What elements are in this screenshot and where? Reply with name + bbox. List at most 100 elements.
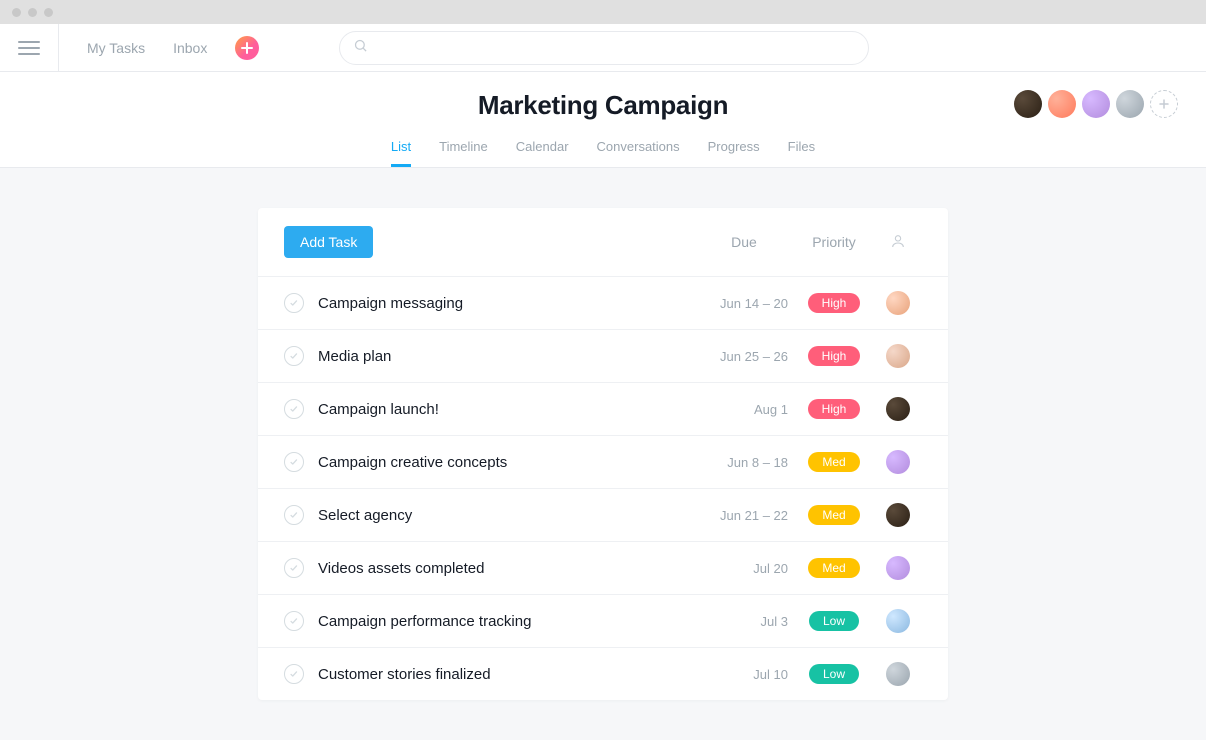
task-row[interactable]: Campaign messagingJun 14 – 20 High <box>258 276 948 329</box>
complete-task-checkbox[interactable] <box>284 452 304 472</box>
check-icon <box>289 457 299 467</box>
task-row[interactable]: Media planJun 25 – 26 High <box>258 329 948 382</box>
task-row[interactable]: Videos assets completedJul 20 Med <box>258 541 948 594</box>
task-priority: Low <box>794 664 874 684</box>
priority-pill: Med <box>808 452 859 472</box>
traffic-light-close[interactable] <box>12 8 21 17</box>
task-row[interactable]: Campaign launch!Aug 1High <box>258 382 948 435</box>
assignee-avatar <box>886 397 910 421</box>
traffic-light-minimize[interactable] <box>28 8 37 17</box>
task-due-date: Jun 14 – 20 <box>694 296 794 311</box>
task-list-card: Add Task Due Priority Campaign messaging… <box>258 208 948 700</box>
task-title: Campaign creative concepts <box>318 454 694 471</box>
complete-task-checkbox[interactable] <box>284 664 304 684</box>
check-icon <box>289 510 299 520</box>
task-assignee[interactable] <box>874 397 922 421</box>
menu-icon[interactable] <box>18 37 40 59</box>
task-priority: High <box>794 293 874 313</box>
plus-icon <box>1158 98 1170 110</box>
priority-pill: High <box>808 293 861 313</box>
column-header-assignee <box>874 233 922 252</box>
check-icon <box>289 298 299 308</box>
task-title: Videos assets completed <box>318 560 694 577</box>
content-area: Add Task Due Priority Campaign messaging… <box>0 168 1206 740</box>
assignee-avatar <box>886 556 910 580</box>
quick-add-button[interactable] <box>235 36 259 60</box>
task-priority: Med <box>794 558 874 578</box>
complete-task-checkbox[interactable] <box>284 505 304 525</box>
assignee-avatar <box>886 450 910 474</box>
complete-task-checkbox[interactable] <box>284 558 304 578</box>
task-priority: Low <box>794 611 874 631</box>
project-tabs: List Timeline Calendar Conversations Progres… <box>0 139 1206 167</box>
person-icon <box>890 233 906 249</box>
task-row[interactable]: Customer stories finalizedJul 10 Low <box>258 647 948 700</box>
task-due-date: Jun 25 – 26 <box>694 349 794 364</box>
priority-pill: High <box>808 346 861 366</box>
check-icon <box>289 616 299 626</box>
task-assignee[interactable] <box>874 450 922 474</box>
check-icon <box>289 351 299 361</box>
task-assignee[interactable] <box>874 609 922 633</box>
search-input[interactable] <box>339 31 869 65</box>
member-avatar[interactable] <box>1116 90 1144 118</box>
task-row[interactable]: Select agencyJun 21 – 22Med <box>258 488 948 541</box>
search-icon <box>353 38 368 58</box>
complete-task-checkbox[interactable] <box>284 611 304 631</box>
tab-conversations[interactable]: Conversations <box>597 139 680 167</box>
complete-task-checkbox[interactable] <box>284 346 304 366</box>
nav-my-tasks[interactable]: My Tasks <box>87 40 145 56</box>
task-due-date: Jul 10 <box>694 667 794 682</box>
traffic-light-zoom[interactable] <box>44 8 53 17</box>
check-icon <box>289 404 299 414</box>
task-priority: Med <box>794 505 874 525</box>
tab-timeline[interactable]: Timeline <box>439 139 488 167</box>
card-header: Add Task Due Priority <box>258 208 948 276</box>
task-priority: High <box>794 346 874 366</box>
tab-progress[interactable]: Progress <box>708 139 760 167</box>
member-avatar[interactable] <box>1048 90 1076 118</box>
divider <box>58 24 59 72</box>
assignee-avatar <box>886 662 910 686</box>
complete-task-checkbox[interactable] <box>284 293 304 313</box>
tab-calendar[interactable]: Calendar <box>516 139 569 167</box>
task-due-date: Aug 1 <box>694 402 794 417</box>
task-due-date: Jul 20 <box>694 561 794 576</box>
task-row[interactable]: Campaign creative conceptsJun 8 – 18 Med <box>258 435 948 488</box>
member-avatar[interactable] <box>1082 90 1110 118</box>
topbar: My Tasks Inbox <box>0 24 1206 72</box>
task-assignee[interactable] <box>874 344 922 368</box>
task-assignee[interactable] <box>874 503 922 527</box>
task-title: Select agency <box>318 507 694 524</box>
task-due-date: Jul 3 <box>694 614 794 629</box>
add-task-button[interactable]: Add Task <box>284 226 373 258</box>
task-title: Customer stories finalized <box>318 666 694 683</box>
assignee-avatar <box>886 344 910 368</box>
project-members <box>1014 90 1178 118</box>
member-avatar[interactable] <box>1014 90 1042 118</box>
tab-list[interactable]: List <box>391 139 411 167</box>
task-assignee[interactable] <box>874 556 922 580</box>
window-chrome <box>0 0 1206 24</box>
check-icon <box>289 669 299 679</box>
task-assignee[interactable] <box>874 662 922 686</box>
task-priority: High <box>794 399 874 419</box>
priority-pill: Low <box>809 664 859 684</box>
priority-pill: Med <box>808 505 859 525</box>
task-title: Campaign performance tracking <box>318 613 694 630</box>
complete-task-checkbox[interactable] <box>284 399 304 419</box>
plus-icon <box>241 42 253 54</box>
add-member-button[interactable] <box>1150 90 1178 118</box>
task-due-date: Jun 8 – 18 <box>694 455 794 470</box>
task-row[interactable]: Campaign performance trackingJul 3Low <box>258 594 948 647</box>
priority-pill: Med <box>808 558 859 578</box>
assignee-avatar <box>886 291 910 315</box>
task-title: Media plan <box>318 348 694 365</box>
tab-files[interactable]: Files <box>788 139 815 167</box>
assignee-avatar <box>886 503 910 527</box>
nav-inbox[interactable]: Inbox <box>173 40 207 56</box>
task-title: Campaign messaging <box>318 295 694 312</box>
task-assignee[interactable] <box>874 291 922 315</box>
column-header-priority: Priority <box>794 234 874 250</box>
project-header: Marketing Campaign ListTimelineCalendarC… <box>0 72 1206 168</box>
